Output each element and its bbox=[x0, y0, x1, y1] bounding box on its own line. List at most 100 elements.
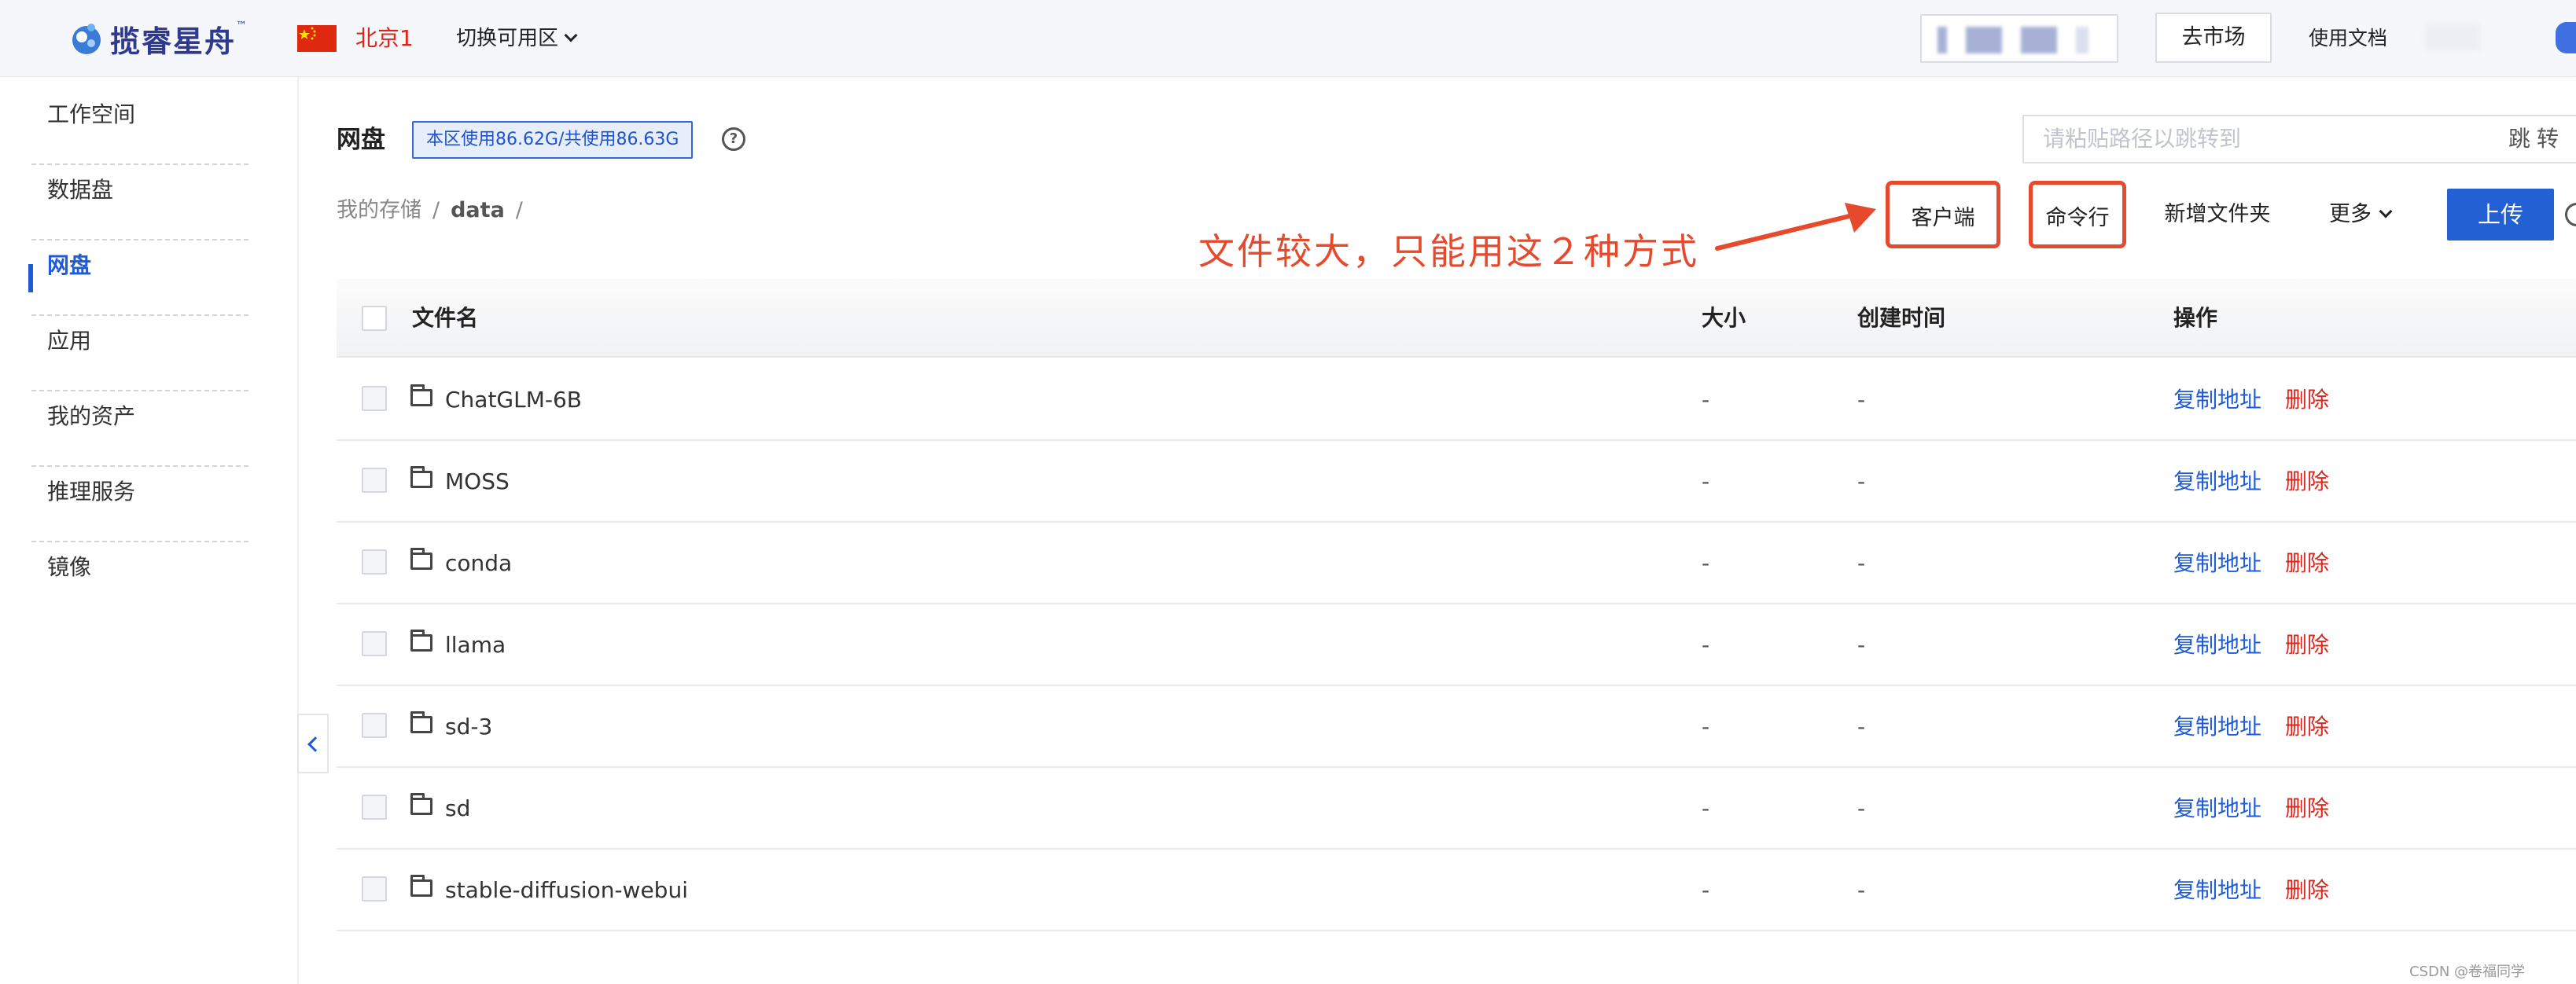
size-cell: - bbox=[1702, 550, 1710, 576]
folder-name[interactable]: sd bbox=[445, 768, 470, 850]
delete-link[interactable]: 删除 bbox=[2285, 523, 2329, 604]
folder-icon bbox=[410, 466, 432, 488]
logo-icon bbox=[68, 20, 105, 57]
folder-name[interactable]: llama bbox=[445, 604, 506, 686]
size-cell: - bbox=[1702, 795, 1710, 821]
folder-icon bbox=[410, 630, 432, 652]
usage-badge: 本区使用86.62G/共使用86.63G bbox=[412, 121, 694, 159]
new-folder-button[interactable]: 新增文件夹 bbox=[2158, 181, 2277, 248]
folder-name[interactable]: ChatGLM-6B bbox=[445, 359, 582, 441]
created-cell: - bbox=[1857, 468, 1866, 494]
top-bar: 揽睿星舟 ™ 北京1 切换可用区 去市场 使用文档 bbox=[0, 0, 2576, 77]
more-label: 更多 bbox=[2329, 202, 2372, 226]
table-row[interactable]: sd-3 - - 复制地址 删除 bbox=[337, 686, 2576, 768]
column-header-created[interactable]: 创建时间 bbox=[1857, 279, 1945, 358]
zone-switch-dropdown[interactable]: 切换可用区 bbox=[456, 24, 578, 53]
blurred-item bbox=[2425, 24, 2480, 50]
annotation-text: 文件较大，只能用这２种方式 bbox=[1198, 230, 1699, 273]
delete-link[interactable]: 删除 bbox=[2285, 768, 2329, 850]
select-all-checkbox[interactable] bbox=[362, 306, 387, 331]
copy-address-link[interactable]: 复制地址 bbox=[2173, 686, 2261, 768]
copy-address-link[interactable]: 复制地址 bbox=[2173, 523, 2261, 604]
sidebar-item-apps[interactable]: 应用 bbox=[31, 316, 248, 391]
created-cell: - bbox=[1857, 387, 1866, 413]
row-checkbox[interactable] bbox=[362, 468, 387, 493]
column-header-name[interactable]: 文件名 bbox=[412, 279, 478, 358]
copy-address-link[interactable]: 复制地址 bbox=[2173, 604, 2261, 686]
chevron-left-icon bbox=[307, 736, 323, 752]
more-dropdown[interactable]: 更多 bbox=[2317, 181, 2403, 248]
breadcrumb-current[interactable]: data bbox=[451, 196, 505, 225]
sidebar-item-label: 网盘 bbox=[47, 252, 92, 278]
column-header-actions: 操作 bbox=[2173, 305, 2218, 331]
region-label[interactable]: 北京1 bbox=[355, 24, 414, 53]
copy-address-link[interactable]: 复制地址 bbox=[2173, 768, 2261, 850]
delete-link[interactable]: 删除 bbox=[2285, 441, 2329, 523]
delete-link[interactable]: 删除 bbox=[2285, 359, 2329, 441]
created-cell: - bbox=[1857, 877, 1866, 903]
table-row[interactable]: stable-diffusion-webui - - 复制地址 删除 bbox=[337, 850, 2576, 931]
folder-name[interactable]: sd-3 bbox=[445, 686, 492, 768]
table-header: 文件名 大小 创建时间 操作 bbox=[337, 279, 2576, 358]
delete-link[interactable]: 删除 bbox=[2285, 604, 2329, 686]
sidebar-item-data-disk[interactable]: 数据盘 bbox=[31, 165, 248, 240]
row-checkbox[interactable] bbox=[362, 386, 387, 411]
row-checkbox[interactable] bbox=[362, 631, 387, 656]
folder-icon bbox=[410, 793, 432, 815]
go-market-button[interactable]: 去市场 bbox=[2155, 13, 2272, 63]
cli-button[interactable]: 命令行 bbox=[2029, 181, 2126, 248]
sidebar-item-label: 镜像 bbox=[47, 554, 92, 580]
blurred-avatar bbox=[1938, 27, 1947, 53]
chevron-down-icon bbox=[2379, 204, 2393, 218]
sidebar-item-netdisk[interactable]: 网盘 bbox=[31, 240, 248, 316]
docs-link[interactable]: 使用文档 bbox=[2309, 24, 2387, 53]
row-checkbox[interactable] bbox=[362, 549, 387, 575]
size-cell: - bbox=[1702, 387, 1710, 413]
path-jump-input[interactable]: 请粘贴路径以跳转到 bbox=[2022, 115, 2491, 163]
copy-address-link[interactable]: 复制地址 bbox=[2173, 441, 2261, 523]
settings-icon[interactable] bbox=[2565, 203, 2576, 226]
sidebar-item-images[interactable]: 镜像 bbox=[31, 542, 248, 618]
row-checkbox[interactable] bbox=[362, 795, 387, 820]
table-row[interactable]: conda - - 复制地址 删除 bbox=[337, 523, 2576, 604]
copy-address-link[interactable]: 复制地址 bbox=[2173, 850, 2261, 931]
folder-name[interactable]: stable-diffusion-webui bbox=[445, 850, 688, 931]
table-row[interactable]: sd - - 复制地址 删除 bbox=[337, 768, 2576, 850]
collapse-sidebar-button[interactable] bbox=[297, 714, 329, 773]
sidebar: 工作空间 数据盘 网盘 应用 我的资产 推理服务 镜像 bbox=[0, 77, 299, 984]
folder-icon bbox=[410, 875, 432, 897]
folder-icon bbox=[410, 548, 432, 570]
table-row[interactable]: ChatGLM-6B - - 复制地址 删除 bbox=[337, 359, 2576, 441]
delete-link[interactable]: 删除 bbox=[2285, 850, 2329, 931]
breadcrumb-root[interactable]: 我的存储 bbox=[337, 196, 421, 225]
sidebar-item-label: 应用 bbox=[47, 328, 92, 354]
logo-text: 揽睿星舟 bbox=[110, 23, 237, 59]
size-cell: - bbox=[1702, 632, 1710, 658]
sidebar-item-label: 工作空间 bbox=[47, 101, 136, 127]
breadcrumb-separator: / bbox=[515, 198, 523, 222]
blurred-text bbox=[1966, 27, 2002, 53]
row-checkbox[interactable] bbox=[362, 876, 387, 901]
row-checkbox[interactable] bbox=[362, 713, 387, 738]
help-icon[interactable]: ? bbox=[722, 127, 745, 151]
folder-name[interactable]: conda bbox=[445, 523, 512, 604]
sidebar-item-label: 数据盘 bbox=[47, 177, 114, 203]
sidebar-item-workspace[interactable]: 工作空间 bbox=[31, 90, 248, 165]
account-info-blurred[interactable] bbox=[1920, 14, 2118, 63]
client-button[interactable]: 客户端 bbox=[1886, 181, 2000, 248]
logo[interactable]: 揽睿星舟 ™ bbox=[68, 17, 247, 60]
size-cell: - bbox=[1702, 877, 1710, 903]
column-header-size[interactable]: 大小 bbox=[1702, 279, 1746, 358]
folder-name[interactable]: MOSS bbox=[445, 441, 510, 523]
jump-button[interactable]: 跳转 bbox=[2490, 115, 2576, 163]
page-title: 网盘 bbox=[337, 126, 385, 154]
created-cell: - bbox=[1857, 714, 1866, 740]
table-row[interactable]: llama - - 复制地址 删除 bbox=[337, 604, 2576, 686]
delete-link[interactable]: 删除 bbox=[2285, 686, 2329, 768]
assistant-icon[interactable] bbox=[2556, 22, 2576, 53]
copy-address-link[interactable]: 复制地址 bbox=[2173, 359, 2261, 441]
sidebar-item-assets[interactable]: 我的资产 bbox=[31, 391, 248, 467]
upload-button[interactable]: 上传 bbox=[2447, 189, 2554, 240]
sidebar-item-inference[interactable]: 推理服务 bbox=[31, 467, 248, 542]
table-row[interactable]: MOSS - - 复制地址 删除 bbox=[337, 441, 2576, 523]
